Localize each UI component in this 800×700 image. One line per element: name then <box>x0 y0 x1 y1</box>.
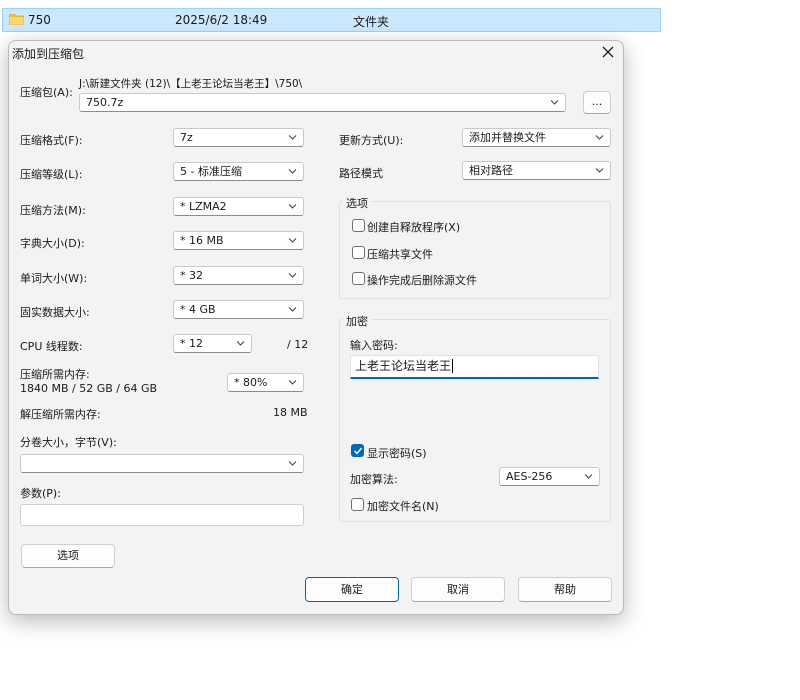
dict-value: * 16 MB <box>180 234 224 247</box>
encryption-method-label: 加密算法: <box>350 473 398 486</box>
show-password-label: 显示密码(S) <box>367 447 427 460</box>
update-label: 更新方式(U): <box>339 134 404 147</box>
decomp-value: 18 MB <box>273 406 308 419</box>
chevron-down-icon <box>288 204 297 209</box>
chevron-down-icon <box>595 168 604 173</box>
file-modified-date: 2025/6/2 18:49 <box>175 13 268 27</box>
encryption-group-title: 加密 <box>343 313 371 329</box>
cpu-label: CPU 线程数: <box>20 340 83 353</box>
dict-label: 字典大小(D): <box>20 237 85 250</box>
split-label: 分卷大小，字节(V): <box>20 436 117 449</box>
word-value: * 32 <box>180 269 203 282</box>
update-value: 添加并替换文件 <box>469 131 546 144</box>
delete-source-label: 操作完成后删除源文件 <box>367 274 477 287</box>
format-value: 7z <box>180 131 193 144</box>
mem-detail: 1840 MB / 52 GB / 64 GB <box>20 382 158 395</box>
method-label: 压缩方法(M): <box>20 204 86 217</box>
cpu-max: / 12 <box>287 338 309 351</box>
archive-name-combo[interactable]: 750.7z <box>79 93 566 112</box>
solid-label: 固实数据大小: <box>20 306 90 319</box>
solid-combo[interactable]: * 4 GB <box>173 300 304 319</box>
split-combo[interactable] <box>20 454 304 473</box>
help-button[interactable]: 帮助 <box>518 577 612 602</box>
level-combo[interactable]: 5 - 标准压缩 <box>173 162 304 181</box>
chevron-down-icon <box>288 461 297 466</box>
cancel-button[interactable]: 取消 <box>411 577 505 602</box>
text-cursor: ​ <box>452 359 454 373</box>
encryption-method-combo[interactable]: AES-256 <box>499 467 600 486</box>
cpu-value: * 12 <box>180 337 203 350</box>
encrypt-filenames-checkbox[interactable] <box>351 498 364 511</box>
browse-button[interactable]: ... <box>583 91 611 114</box>
mem-label: 压缩所需内存: <box>20 368 90 381</box>
format-combo[interactable]: 7z <box>173 128 304 147</box>
chevron-down-icon <box>288 238 297 243</box>
chevron-down-icon <box>288 135 297 140</box>
chevron-down-icon <box>288 307 297 312</box>
format-label: 压缩格式(F): <box>20 134 83 147</box>
word-combo[interactable]: * 32 <box>173 266 304 285</box>
path-mode-value: 相对路径 <box>469 164 513 177</box>
options-button[interactable]: 选项 <box>21 544 115 568</box>
update-combo[interactable]: 添加并替换文件 <box>462 128 611 147</box>
path-mode-label: 路径模式 <box>339 167 383 180</box>
solid-value: * 4 GB <box>180 303 216 316</box>
sfx-label: 创建自释放程序(X) <box>367 221 461 234</box>
word-label: 单词大小(W): <box>20 272 88 285</box>
chevron-down-icon <box>584 474 593 479</box>
shared-label: 压缩共享文件 <box>367 248 433 261</box>
chevron-down-icon <box>288 169 297 174</box>
params-label: 参数(P): <box>20 487 61 500</box>
level-label: 压缩等级(L): <box>20 168 83 181</box>
chevron-down-icon <box>595 135 604 140</box>
archive-path: J:\新建文件夹 (12)\【上老王论坛当老王】\750\ <box>79 78 303 90</box>
archive-name-value: 750.7z <box>86 96 124 109</box>
checkmark-icon <box>353 447 363 455</box>
method-value: * LZMA2 <box>180 200 227 213</box>
file-name: 750 <box>28 13 51 27</box>
mem-percent-combo[interactable]: * 80% <box>227 373 304 392</box>
shared-checkbox[interactable] <box>352 246 365 259</box>
method-combo[interactable]: * LZMA2 <box>173 197 304 216</box>
chevron-down-icon <box>288 273 297 278</box>
add-to-archive-dialog: 添加到压缩包 压缩包(A): J:\新建文件夹 (12)\【上老王论坛当老王】\… <box>8 40 624 615</box>
encryption-method-value: AES-256 <box>506 470 553 483</box>
path-mode-combo[interactable]: 相对路径 <box>462 161 611 180</box>
ok-button[interactable]: 确定 <box>305 577 399 602</box>
delete-source-checkbox[interactable] <box>352 272 365 285</box>
file-list-row[interactable]: 750 2025/6/2 18:49 文件夹 <box>2 8 661 32</box>
chevron-down-icon <box>550 100 559 105</box>
mem-percent-value: * 80% <box>234 376 268 389</box>
decomp-label: 解压缩所需内存: <box>20 408 101 421</box>
close-icon[interactable] <box>599 43 617 61</box>
password-value: 上老王论坛当老王 <box>355 359 452 373</box>
file-type: 文件夹 <box>353 15 390 29</box>
archive-label: 压缩包(A): <box>20 86 73 99</box>
cpu-combo[interactable]: * 12 <box>173 334 252 353</box>
password-label: 输入密码: <box>350 339 398 352</box>
params-input[interactable] <box>20 504 304 526</box>
sfx-checkbox[interactable] <box>352 219 365 232</box>
password-input[interactable]: 上老王论坛当老王​ <box>350 355 599 379</box>
show-password-checkbox[interactable] <box>351 444 364 457</box>
level-value: 5 - 标准压缩 <box>180 165 242 178</box>
chevron-down-icon <box>236 341 245 346</box>
folder-icon <box>9 14 24 25</box>
options-group-title: 选项 <box>343 195 371 211</box>
encrypt-filenames-label: 加密文件名(N) <box>367 500 439 513</box>
dialog-title: 添加到压缩包 <box>12 47 85 61</box>
dict-combo[interactable]: * 16 MB <box>173 231 304 250</box>
chevron-down-icon <box>288 380 297 385</box>
